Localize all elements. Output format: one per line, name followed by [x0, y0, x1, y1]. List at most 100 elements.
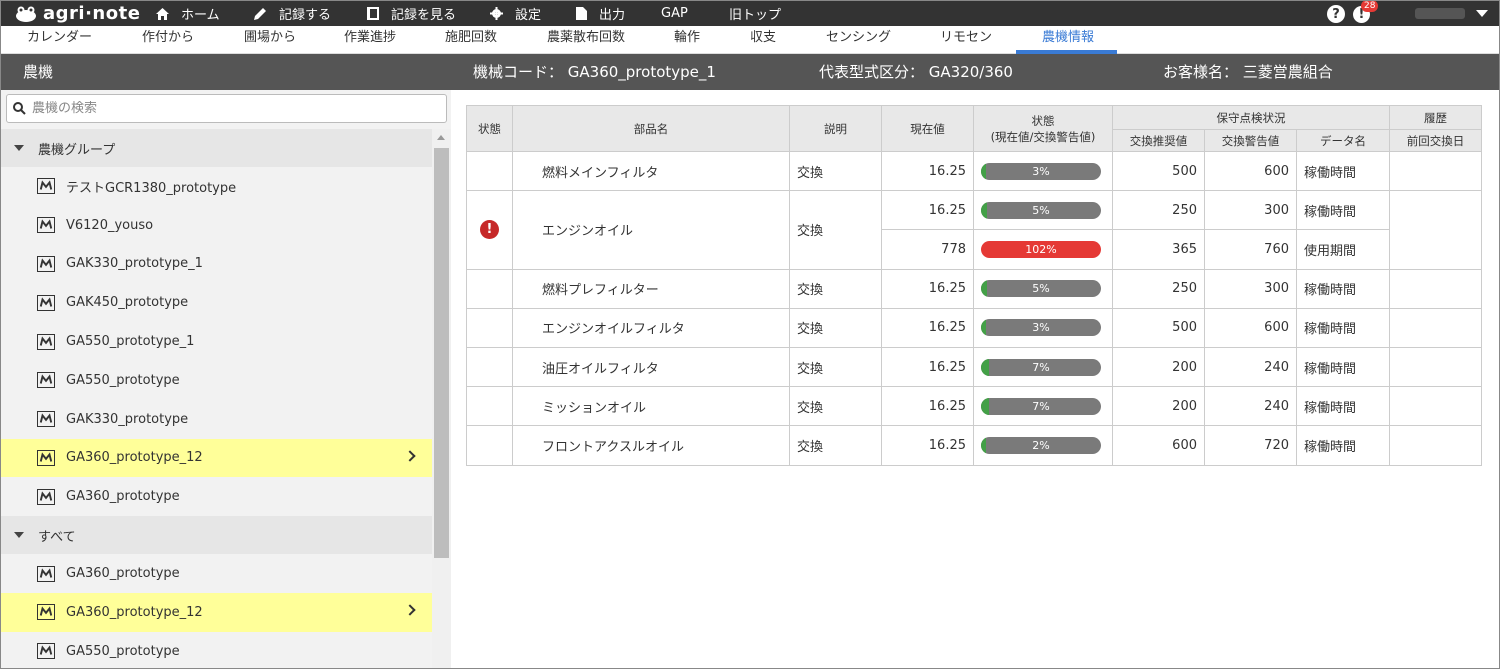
tab-3[interactable]: 作業進捗	[344, 26, 396, 54]
tab-6[interactable]: 輪作	[674, 26, 700, 54]
ratio-cell: 2%	[973, 425, 1113, 466]
machine-list-item[interactable]: GA360_prototype_12	[1, 438, 432, 478]
machine-list-item[interactable]: GA550_prototype_1	[1, 322, 432, 361]
tree-group-header[interactable]: 農機グループ	[1, 129, 432, 167]
tab-8[interactable]: センシング	[826, 26, 891, 54]
machine-list-item[interactable]: GAK330_prototype_1	[1, 245, 432, 284]
current-value: 16.25	[881, 150, 974, 192]
alert-icon: !	[480, 220, 499, 240]
ratio-progress-bar: 5%	[981, 201, 1101, 219]
search-box[interactable]	[6, 94, 447, 123]
ratio-label: 5%	[1032, 282, 1050, 296]
tab-1[interactable]: 作付から	[142, 26, 194, 54]
machine-list-item[interactable]: V6120_youso	[1, 206, 432, 245]
last-replaced-date	[1389, 307, 1482, 348]
user-menu-caret-icon[interactable]	[1476, 10, 1488, 17]
scroll-thumb[interactable]	[434, 148, 449, 558]
machine-list-item[interactable]: GA550_prototype	[1, 632, 432, 668]
topnav-item-4[interactable]: 出力	[576, 1, 625, 26]
customer-name: お客様名： 三菱営農組合	[1163, 63, 1333, 81]
ratio-cell: 3%	[973, 150, 1113, 192]
search-input[interactable]	[32, 101, 432, 116]
logo[interactable]: agri·note	[1, 1, 151, 26]
tab-9[interactable]: リモセン	[940, 26, 992, 54]
col-warning: 交換警告値	[1204, 129, 1297, 152]
gear-icon	[490, 7, 509, 20]
ratio-cell: 5%	[973, 190, 1113, 231]
machine-list-item[interactable]: GAK330_prototype	[1, 400, 432, 439]
app-window: agri·note ホーム 記録する 記録を見る 設定 出力 GAP 旧トップ ? ! 28…	[0, 0, 1500, 669]
status-cell	[466, 307, 513, 348]
topnav-label: 旧トップ	[729, 8, 782, 23]
last-replaced-date	[1389, 386, 1482, 427]
machine-list-item[interactable]: GA360_prototype_12	[1, 592, 432, 632]
status-cell	[466, 386, 513, 427]
chevron-right-icon	[404, 449, 416, 462]
data-name-value: 稼働時間	[1296, 386, 1390, 427]
recommended-value: 250	[1112, 268, 1205, 309]
topnav-item-3[interactable]: 設定	[490, 1, 541, 26]
machine-list-item[interactable]: GA360_prototype	[1, 554, 432, 593]
topnav-item-5[interactable]: GAP	[661, 1, 688, 26]
recommended-value: 500	[1112, 150, 1205, 192]
main-content: 状態 部品名 説明 現在値 状態 (現在値/交換警告値) 保守点検状況 履歴 交…	[451, 90, 1499, 668]
search-icon	[13, 102, 26, 115]
tab-0[interactable]: カレンダー	[27, 26, 92, 54]
ratio-cell: 3%	[973, 307, 1113, 348]
col-history: 履歴	[1389, 105, 1482, 130]
parts-table: 状態 部品名 説明 現在値 状態 (現在値/交換警告値) 保守点検状況 履歴 交…	[466, 105, 1482, 466]
current-value: 16.25	[881, 386, 974, 427]
tree-group-label: すべて	[38, 529, 76, 545]
ratio-cell: 5%	[973, 268, 1113, 309]
warning-value: 240	[1204, 346, 1297, 388]
tab-4[interactable]: 施肥回数	[445, 26, 497, 54]
tab-2[interactable]: 圃場から	[244, 26, 296, 54]
ratio-progress-fill	[981, 397, 990, 415]
sidebar-scrollbar[interactable]	[432, 129, 451, 668]
last-replaced-date	[1389, 268, 1482, 309]
last-replaced-date	[1389, 425, 1482, 466]
caret-down-icon	[14, 145, 24, 151]
machine-list-item[interactable]: テストGCR1380_prototype	[1, 167, 432, 206]
table-row: ミッションオイル 交換 16.25 7% 200 240 稼働時間	[466, 386, 1482, 427]
user-name[interactable]	[1415, 8, 1465, 19]
part-name: エンジンオイルフィルタ	[512, 307, 790, 348]
part-name: エンジンオイル	[512, 190, 790, 270]
status-cell	[466, 346, 513, 388]
machine-list-item[interactable]: GAK450_prototype	[1, 283, 432, 322]
machine-icon	[37, 488, 55, 505]
description: 交換	[789, 307, 882, 348]
tab-10[interactable]: 農機情報	[1042, 26, 1094, 54]
warning-value: 300	[1204, 190, 1297, 231]
scroll-up-arrow-icon[interactable]	[437, 135, 445, 140]
help-icon[interactable]: ?	[1327, 5, 1345, 23]
logo-text: agri·note	[43, 3, 141, 24]
tab-5[interactable]: 農薬散布回数	[547, 26, 625, 54]
machine-label: GA360_prototype_12	[66, 450, 203, 466]
machine-icon	[37, 178, 55, 195]
part-name: 燃料メインフィルタ	[512, 150, 790, 192]
pencil-icon	[254, 7, 273, 20]
topnav-item-1[interactable]: 記録する	[254, 1, 331, 26]
status-cell	[466, 425, 513, 466]
topnav-item-6[interactable]: 旧トップ	[729, 1, 781, 26]
topnav-item-0[interactable]: ホーム	[156, 1, 220, 26]
notification-badge: 28	[1361, 1, 1379, 12]
col-maintenance: 保守点検状況	[1112, 105, 1390, 130]
current-value: 16.25	[881, 346, 974, 388]
col-status: 状態	[466, 105, 513, 152]
tab-7[interactable]: 収支	[750, 26, 776, 54]
machine-list-item[interactable]: GA360_prototype	[1, 477, 432, 516]
topnav-item-2[interactable]: 記録を見る	[367, 1, 456, 26]
machine-code: 機械コード： GA360_prototype_1	[473, 63, 716, 81]
ratio-label: 7%	[1032, 399, 1050, 413]
tree-group-header[interactable]: すべて	[1, 516, 432, 555]
col-ratio: 状態 (現在値/交換警告値)	[973, 105, 1113, 152]
machine-icon	[37, 565, 55, 582]
home-icon	[156, 7, 175, 20]
ratio-label: 5%	[1032, 203, 1050, 217]
machine-label: V6120_youso	[66, 217, 154, 233]
machine-list-item[interactable]: GA550_prototype	[1, 361, 432, 400]
machine-label: GAK330_prototype_1	[66, 256, 203, 272]
description: 交換	[789, 268, 882, 309]
